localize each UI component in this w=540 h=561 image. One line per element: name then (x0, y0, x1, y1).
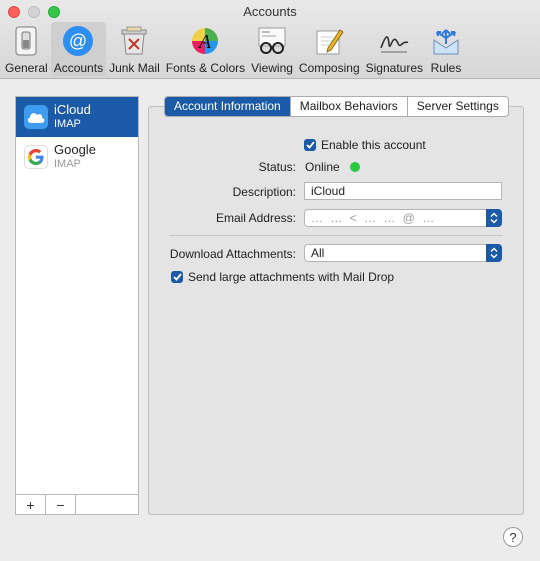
toolbar-accounts[interactable]: @ Accounts (50, 22, 107, 76)
account-list-footer: + − (16, 494, 138, 514)
svg-text:A: A (197, 31, 212, 53)
toolbar-viewing[interactable]: Viewing (248, 22, 296, 76)
mail-drop-label: Send large attachments with Mail Drop (188, 270, 395, 284)
checkmark-icon (305, 141, 315, 149)
download-attachments-label: Download Attachments: (169, 247, 296, 261)
add-account-button[interactable]: + (16, 495, 46, 514)
at-sign-icon: @ (61, 24, 95, 58)
font-color-icon: A (188, 24, 222, 58)
account-name: Google (54, 142, 96, 157)
account-name: iCloud (54, 102, 91, 117)
toolbar-composing[interactable]: Composing (296, 22, 363, 76)
svg-text:@: @ (69, 31, 87, 51)
tab-mailbox-behaviors[interactable]: Mailbox Behaviors (291, 97, 408, 116)
toolbar-general-label: General (5, 61, 48, 75)
account-list: iCloud IMAP Google IMAP + − (15, 96, 139, 515)
glasses-icon (255, 24, 289, 58)
account-type: IMAP (54, 158, 81, 170)
email-address-select[interactable]: … … < … … @ … (304, 209, 502, 227)
toolbar-viewing-label: Viewing (251, 61, 293, 75)
preferences-toolbar: General @ Accounts Junk Mail A Fonts & C… (2, 22, 466, 76)
download-attachments-value: All (311, 246, 325, 260)
chevron-updown-icon (486, 209, 502, 227)
help-button[interactable]: ? (503, 527, 523, 547)
status-label: Status: (258, 160, 296, 174)
account-row-icloud[interactable]: iCloud IMAP (16, 97, 138, 137)
rules-arrows-icon (429, 24, 463, 58)
toolbar-fonts-colors[interactable]: A Fonts & Colors (163, 22, 248, 76)
toolbar-composing-label: Composing (298, 61, 360, 75)
signature-icon (377, 24, 411, 58)
mail-drop-row: Send large attachments with Mail Drop (171, 270, 394, 284)
tab-account-information[interactable]: Account Information (165, 97, 291, 116)
enable-account-row: Enable this account (304, 138, 426, 152)
toolbar-signatures-label: Signatures (365, 61, 423, 75)
description-label: Description: (232, 185, 296, 199)
email-address-label: Email Address: (215, 211, 296, 225)
window-title: Accounts (243, 4, 297, 19)
mail-drop-checkbox[interactable] (171, 271, 183, 283)
description-field[interactable]: iCloud (304, 182, 502, 200)
status-row: Online (305, 160, 360, 174)
remove-account-button[interactable]: − (46, 495, 76, 514)
title-bar: Accounts General @ Accounts Junk Mail A … (0, 0, 540, 79)
account-tabs: Account Information Mailbox Behaviors Se… (164, 96, 509, 117)
email-address-value: … … < … … @ … (311, 211, 437, 225)
enable-account-label: Enable this account (321, 138, 426, 152)
enable-account-checkbox[interactable] (304, 139, 316, 151)
switch-icon (9, 24, 43, 58)
pencil-paper-icon (312, 24, 346, 58)
toolbar-general[interactable]: General (2, 22, 51, 76)
toolbar-rules[interactable]: Rules (426, 22, 466, 76)
google-icon (24, 145, 48, 169)
status-value: Online (305, 160, 340, 174)
account-row-google[interactable]: Google IMAP (16, 137, 138, 177)
toolbar-junk-mail[interactable]: Junk Mail (106, 22, 163, 76)
section-divider (170, 235, 502, 236)
chevron-updown-icon (486, 244, 502, 262)
toolbar-fonts-colors-label: Fonts & Colors (165, 61, 246, 75)
toolbar-signatures[interactable]: Signatures (363, 22, 426, 76)
toolbar-accounts-label: Accounts (53, 61, 104, 75)
trash-icon (117, 24, 151, 58)
download-attachments-select[interactable]: All (304, 244, 502, 262)
icloud-icon (24, 105, 48, 129)
tab-server-settings[interactable]: Server Settings (408, 97, 508, 116)
account-type: IMAP (54, 118, 81, 130)
checkmark-icon (172, 273, 182, 281)
online-status-dot (349, 162, 360, 172)
toolbar-rules-label: Rules (430, 61, 462, 75)
toolbar-junk-mail-label: Junk Mail (109, 61, 160, 75)
